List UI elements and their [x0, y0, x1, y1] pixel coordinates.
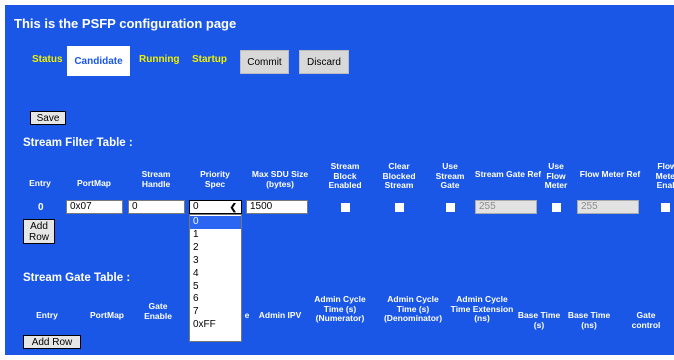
priority-option[interactable]: 2	[190, 242, 241, 255]
tab-candidate[interactable]: Candidate	[67, 46, 130, 76]
stream-gate-table-title: Stream Gate Table :	[23, 272, 131, 284]
tab-startup[interactable]: Startup	[192, 54, 227, 65]
sg-header-admin-cycle-time-denominator: Admin Cycle Time (s) (Denominator)	[383, 294, 443, 323]
portmap-input[interactable]: 0x07	[66, 200, 123, 214]
sg-header-base-time-ns: Base Time (ns)	[567, 310, 611, 330]
sg-header-admin-cycle-time-numerator: Admin Cycle Time (s) (Numerator)	[314, 294, 366, 323]
priority-option[interactable]: 0	[190, 216, 241, 229]
sg-header-portmap: PortMap	[90, 310, 124, 320]
sg-header-admin-ipv: Admin IPV	[258, 310, 302, 320]
sf-header-priority-spec: Priority Spec	[200, 169, 230, 189]
stream-handle-input[interactable]: 0	[128, 200, 185, 214]
sf-header-stream-block-enabled: Stream Block Enabled	[328, 161, 362, 190]
tab-running[interactable]: Running	[139, 54, 180, 65]
stream-gate-ref-input: 255	[475, 200, 537, 214]
add-row-button[interactable]: Add Row	[23, 219, 55, 244]
sf-header-flow-meter-ref: Flow Meter Ref	[579, 169, 641, 179]
psfp-config-page: This is the PSFP configuration page Stat…	[5, 5, 674, 355]
sf-header-max-sdu: Max SDU Size (bytes)	[251, 169, 309, 189]
chevron-down-icon: ❮	[229, 202, 237, 212]
sf-header-use-stream-gate: Use Stream Gate	[435, 161, 465, 190]
sg-header-admin-cycle-time-extension: Admin Cycle Time Extension (ns)	[450, 294, 514, 323]
sg-header-gate-control: Gate control	[631, 310, 661, 330]
tab-status[interactable]: Status	[32, 54, 63, 65]
sf-header-entry: Entry	[29, 178, 51, 188]
max-sdu-input[interactable]: 1500	[246, 200, 308, 214]
flow-meter-ref-input: 255	[577, 200, 639, 214]
use-flow-meter-checkbox[interactable]	[552, 203, 561, 212]
use-stream-gate-checkbox[interactable]	[446, 203, 455, 212]
add-row-button-gate[interactable]: Add Row	[23, 335, 81, 349]
priority-option[interactable]: 5	[190, 281, 241, 294]
priority-option[interactable]: 3	[190, 255, 241, 268]
sg-header-entry: Entry	[36, 310, 58, 320]
sf-header-use-flow-meter: Use Flow Meter	[544, 161, 568, 190]
sf-header-stream-gate-ref: Stream Gate Ref	[474, 169, 542, 179]
sg-header-base-time-s: Base Time (s)	[517, 310, 561, 330]
priority-option[interactable]: 7	[190, 306, 241, 319]
sg-header-gate-enable: Gate Enable	[144, 301, 172, 321]
sf-entry-value: 0	[38, 202, 44, 213]
save-button[interactable]: Save	[30, 111, 66, 125]
sf-header-flow-meter-enable: Flow Meter Enab	[655, 161, 674, 190]
priority-spec-select[interactable]: 0 ❮	[189, 200, 242, 214]
sf-header-clear-blocked-stream: Clear Blocked Stream	[382, 161, 416, 190]
stream-filter-table-title: Stream Filter Table :	[23, 137, 133, 149]
priority-option[interactable]: 1	[190, 229, 241, 242]
discard-button[interactable]: Discard	[299, 50, 349, 74]
sf-header-portmap: PortMap	[77, 178, 111, 188]
flow-meter-enable-checkbox[interactable]	[661, 203, 670, 212]
commit-button[interactable]: Commit	[240, 50, 289, 74]
priority-option[interactable]: 4	[190, 268, 241, 281]
priority-spec-dropdown[interactable]: 0 1 2 3 4 5 6 7 0xFF	[189, 214, 242, 342]
stream-block-enabled-checkbox[interactable]	[341, 203, 350, 212]
priority-option[interactable]: 6	[190, 293, 241, 306]
clear-blocked-stream-checkbox[interactable]	[395, 203, 404, 212]
priority-spec-value: 0	[193, 201, 199, 212]
page-title: This is the PSFP configuration page	[14, 16, 237, 31]
priority-option[interactable]: 0xFF	[190, 319, 241, 332]
sg-header-partial: e	[244, 310, 250, 320]
sf-header-stream-handle: Stream Handle	[141, 169, 171, 189]
